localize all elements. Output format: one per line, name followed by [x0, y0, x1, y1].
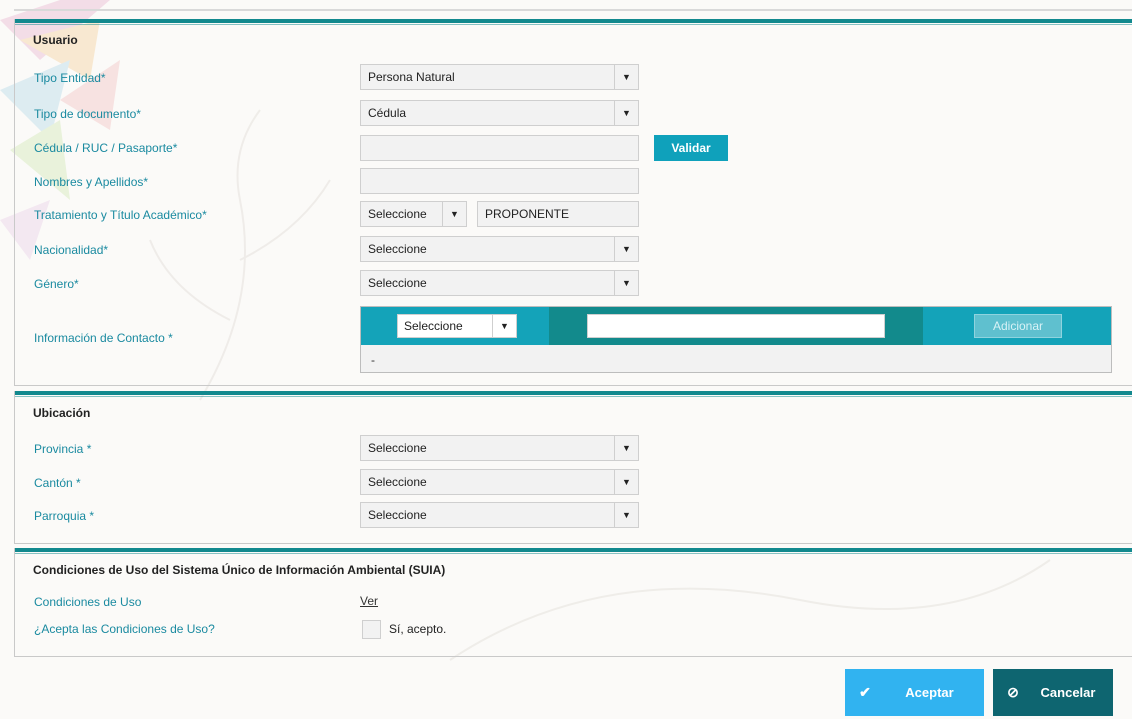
aceptar-label: Aceptar [905, 685, 954, 700]
select-value: Seleccione [368, 242, 427, 256]
acepto-checkbox[interactable] [362, 620, 381, 639]
label-genero: Género* [34, 277, 79, 291]
chevron-down-icon[interactable]: ▼ [614, 436, 638, 460]
label-nacionalidad: Nacionalidad* [34, 243, 109, 257]
check-icon: ✔ [859, 684, 871, 700]
select-canton[interactable]: Seleccione ▼ [360, 469, 639, 495]
top-divider [14, 9, 1132, 11]
condiciones-panel: Condiciones de Uso del Sistema Único de … [14, 548, 1132, 657]
section-title-usuario: Usuario [33, 33, 78, 47]
select-value: Seleccione [368, 441, 427, 455]
select-genero[interactable]: Seleccione ▼ [360, 270, 639, 296]
section-title-condiciones: Condiciones de Uso del Sistema Único de … [33, 563, 446, 577]
label-canton: Cantón * [34, 476, 81, 490]
input-contact-value[interactable] [587, 314, 885, 338]
label-tratamiento: Tratamiento y Título Académico* [34, 208, 207, 222]
panel-accent-bar-thin [15, 24, 1132, 25]
select-value: Persona Natural [368, 70, 455, 84]
select-value: Seleccione [368, 276, 427, 290]
chevron-down-icon[interactable]: ▼ [614, 271, 638, 295]
contact-info-table: Seleccione ▼ Adicionar - [360, 306, 1112, 373]
chevron-down-icon[interactable]: ▼ [614, 101, 638, 125]
select-tipo-entidad[interactable]: Persona Natural ▼ [360, 64, 639, 90]
label-nombres: Nombres y Apellidos* [34, 175, 149, 189]
select-value: Cédula [368, 106, 407, 120]
validar-button[interactable]: Validar [654, 135, 728, 161]
label-tipo-entidad: Tipo Entidad* [34, 71, 106, 85]
panel-accent-bar [15, 19, 1132, 23]
adicionar-button[interactable]: Adicionar [974, 314, 1062, 338]
input-nombres[interactable] [360, 168, 639, 194]
label-acepta-condiciones: ¿Acepta las Condiciones de Uso? [34, 622, 215, 636]
label-parroquia: Parroquia * [34, 509, 95, 523]
select-contact-type[interactable]: Seleccione ▼ [397, 314, 517, 338]
select-parroquia[interactable]: Seleccione ▼ [360, 502, 639, 528]
select-provincia[interactable]: Seleccione ▼ [360, 435, 639, 461]
select-value: Seleccione [368, 207, 427, 221]
contact-empty-row: - [371, 353, 375, 367]
input-cedula[interactable] [360, 135, 639, 161]
label-provincia: Provincia * [34, 442, 92, 456]
select-value: Seleccione [404, 319, 463, 333]
chevron-down-icon[interactable]: ▼ [614, 503, 638, 527]
select-value: Seleccione [368, 508, 427, 522]
panel-accent-bar [15, 548, 1132, 552]
aceptar-button[interactable]: ✔ Aceptar [845, 669, 984, 716]
label-contacto: Información de Contacto * [34, 331, 173, 345]
label-cedula: Cédula / RUC / Pasaporte* [34, 141, 178, 155]
chevron-down-icon[interactable]: ▼ [492, 315, 516, 337]
select-tratamiento[interactable]: Seleccione ▼ [360, 201, 467, 227]
chevron-down-icon[interactable]: ▼ [614, 470, 638, 494]
acepto-label[interactable]: Sí, acepto. [389, 622, 446, 636]
chevron-down-icon[interactable]: ▼ [442, 202, 466, 226]
label-condiciones-uso: Condiciones de Uso [34, 595, 142, 609]
cancel-icon: ⊘ [1007, 684, 1019, 700]
panel-accent-bar [15, 391, 1132, 395]
panel-accent-bar-thin [15, 396, 1132, 397]
chevron-down-icon[interactable]: ▼ [614, 237, 638, 261]
panel-accent-bar-thin [15, 553, 1132, 554]
chevron-down-icon[interactable]: ▼ [614, 65, 638, 89]
input-titulo-academico[interactable]: PROPONENTE [477, 201, 639, 227]
select-tipo-documento[interactable]: Cédula ▼ [360, 100, 639, 126]
select-value: Seleccione [368, 475, 427, 489]
cancelar-button[interactable]: ⊘ Cancelar [993, 669, 1113, 716]
cancelar-label: Cancelar [1040, 685, 1096, 700]
label-tipo-documento: Tipo de documento* [34, 107, 141, 121]
section-title-ubicacion: Ubicación [33, 406, 91, 420]
select-nacionalidad[interactable]: Seleccione ▼ [360, 236, 639, 262]
ver-condiciones-link[interactable]: Ver [360, 594, 378, 608]
